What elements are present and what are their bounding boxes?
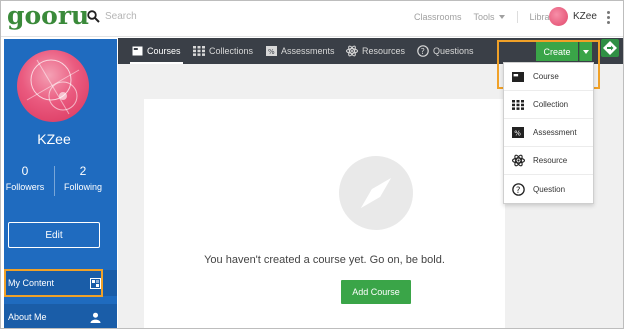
top-header: gooru Classrooms Tools Library KZee	[1, 1, 623, 37]
menu-item-label: Resource	[533, 156, 568, 165]
gooru-logo[interactable]: gooru	[7, 1, 89, 30]
menu-item-resource[interactable]: Resource	[504, 147, 593, 175]
create-button[interactable]: Create	[536, 42, 578, 61]
user-menu[interactable]: KZee	[549, 7, 597, 26]
follow-stats: 0 Followers 2 Following	[4, 164, 117, 200]
collection-icon	[193, 46, 205, 56]
my-content-highlight	[4, 269, 103, 297]
profile-avatar	[17, 50, 89, 122]
followers-stat[interactable]: 0 Followers	[1, 164, 50, 192]
svg-text:?: ?	[421, 47, 425, 56]
search-icon[interactable]	[87, 10, 100, 23]
menu-item-collection[interactable]: Collection	[504, 91, 593, 119]
add-course-button[interactable]: Add Course	[341, 280, 411, 304]
svg-text:?: ?	[515, 185, 520, 195]
create-dropdown-toggle[interactable]	[579, 42, 592, 61]
following-stat[interactable]: 2 Following	[58, 164, 108, 192]
menu-item-question[interactable]: ? Question	[504, 175, 593, 203]
question-icon: ?	[511, 182, 525, 196]
profile-username: KZee	[37, 131, 71, 147]
more-vert-icon[interactable]	[607, 11, 611, 25]
followers-count: 0	[21, 164, 29, 178]
direction-sign-icon[interactable]	[601, 39, 619, 57]
top-nav: Classrooms Tools Library	[414, 11, 569, 23]
question-icon: ?	[417, 45, 429, 57]
create-dropdown-menu: Course Collection % Assessment Resource …	[503, 62, 594, 204]
tab-courses[interactable]: Courses	[130, 38, 183, 64]
course-icon	[511, 70, 525, 84]
tab-label: Assessments	[281, 46, 335, 56]
nav-divider	[516, 11, 518, 23]
search-bar[interactable]	[87, 10, 185, 23]
tab-label: Questions	[433, 46, 474, 56]
user-name[interactable]: KZee	[573, 11, 597, 22]
menu-item-course[interactable]: Course	[504, 63, 593, 91]
tab-label: Courses	[147, 46, 181, 56]
tab-collections[interactable]: Collections	[193, 38, 253, 64]
course-icon	[132, 46, 143, 56]
followers-label: Followers	[5, 182, 45, 192]
empty-state-message: You haven't created a course yet. Go on,…	[204, 254, 445, 266]
assessment-icon: %	[511, 126, 525, 140]
user-avatar[interactable]	[549, 7, 568, 26]
menu-item-label: Collection	[533, 100, 569, 109]
following-count: 2	[79, 164, 87, 178]
menu-item-assessment[interactable]: % Assessment	[504, 119, 593, 147]
resource-icon	[511, 154, 525, 168]
nav-classrooms[interactable]: Classrooms	[414, 12, 462, 23]
menu-item-label: Course	[533, 72, 559, 81]
menu-item-label: Assessment	[533, 128, 577, 137]
edit-profile-button[interactable]: Edit	[8, 222, 100, 248]
tab-label: Resources	[362, 46, 406, 56]
tab-assessments[interactable]: % Assessments	[266, 38, 335, 64]
collection-icon	[511, 98, 525, 112]
svg-text:%: %	[514, 130, 521, 138]
stats-divider	[54, 166, 55, 196]
assessment-icon: %	[266, 46, 277, 56]
svg-text:%: %	[268, 48, 275, 56]
tab-label: Collections	[209, 46, 254, 56]
tab-resources[interactable]: Resources	[346, 38, 405, 64]
compass-icon	[339, 156, 413, 230]
search-input[interactable]	[105, 11, 185, 22]
resource-icon	[346, 45, 358, 57]
nav-tools[interactable]: Tools	[474, 12, 505, 23]
menu-item-label: Question	[533, 184, 566, 194]
app-window: gooru Classrooms Tools Library KZee	[0, 0, 624, 329]
person-icon	[90, 312, 101, 325]
sidebar-item-label: About Me	[8, 312, 47, 322]
empty-state-card: You haven't created a course yet. Go on,…	[144, 99, 505, 328]
tab-questions[interactable]: ? Questions	[417, 38, 474, 64]
sidebar-item-about-me[interactable]: About Me	[4, 304, 117, 328]
following-label: Following	[63, 182, 103, 192]
